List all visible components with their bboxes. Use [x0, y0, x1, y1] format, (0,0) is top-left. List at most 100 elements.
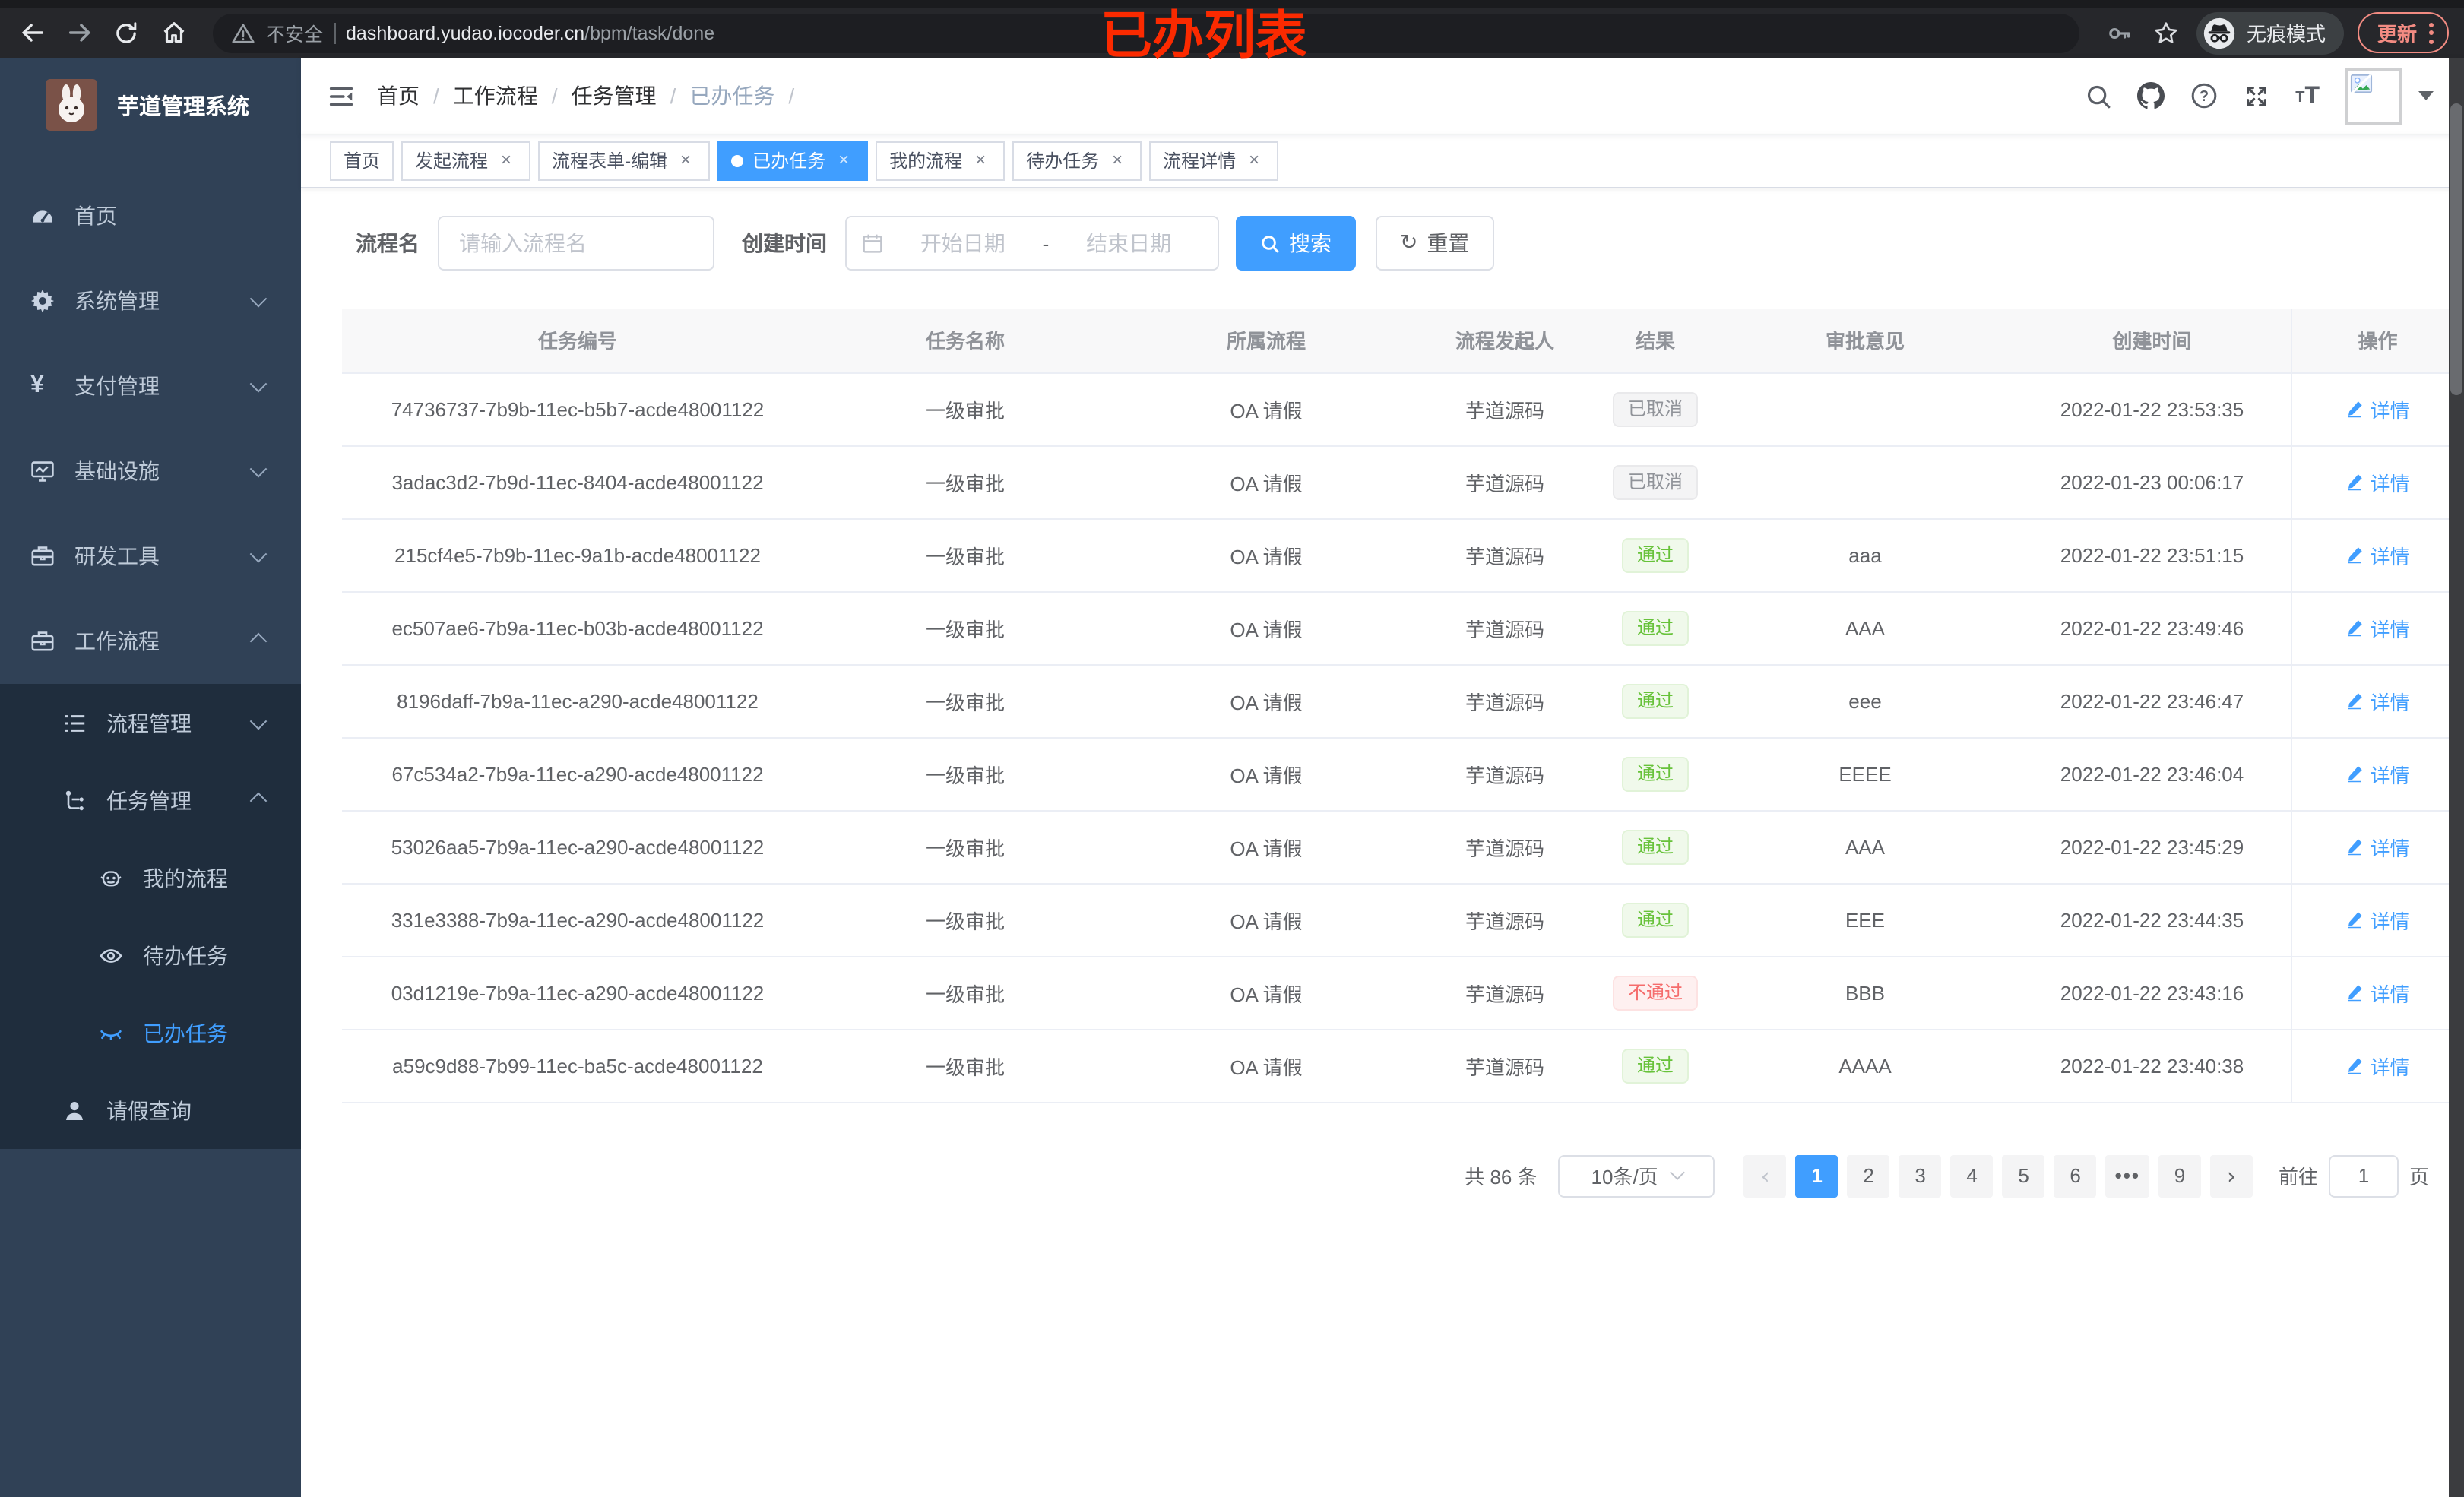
close-icon[interactable]	[833, 150, 854, 171]
back-icon[interactable]	[15, 16, 49, 49]
detail-link[interactable]: 详情	[2345, 905, 2410, 934]
close-icon[interactable]	[675, 150, 696, 171]
calendar-icon	[862, 233, 883, 254]
breadcrumb-item[interactable]: 工作流程	[453, 81, 538, 111]
sidebar-item[interactable]: 流程管理	[0, 684, 301, 761]
sidebar-item[interactable]: 我的流程	[0, 839, 301, 916]
page-size-select[interactable]: 10条/页	[1558, 1154, 1715, 1197]
scrollbar-thumb[interactable]	[2450, 103, 2462, 395]
process-name-input[interactable]: 请输入流程名	[438, 216, 714, 271]
star-icon[interactable]	[2149, 16, 2183, 49]
goto-page-input[interactable]: 1	[2328, 1154, 2399, 1197]
sidebar-item[interactable]: 待办任务	[0, 916, 301, 994]
task-name-cell: 一级审批	[813, 810, 1117, 884]
page-number-button[interactable]: 2	[1847, 1154, 1890, 1197]
breadcrumb-item[interactable]: 任务管理	[572, 81, 657, 111]
detail-link[interactable]: 详情	[2345, 540, 2410, 569]
view-tab[interactable]: 已办任务	[717, 141, 869, 180]
breadcrumb-separator: /	[788, 84, 795, 108]
sidebar-item[interactable]: 基础设施	[0, 429, 301, 514]
sidebar-item[interactable]: 系统管理	[0, 258, 301, 343]
view-tab[interactable]: 发起流程	[401, 141, 531, 180]
end-date-placeholder: 结束日期	[1086, 231, 1172, 255]
detail-link[interactable]: 详情	[2345, 1051, 2410, 1080]
date-range-input[interactable]: 开始日期 - 结束日期	[845, 216, 1219, 271]
user-icon	[62, 1098, 87, 1122]
result-badge: 已取消	[1612, 464, 1698, 499]
detail-link[interactable]: 详情	[2345, 759, 2410, 788]
font-size-icon[interactable]: TT	[2295, 84, 2320, 108]
prev-page-button[interactable]: ‹	[1743, 1154, 1787, 1197]
page-number-button[interactable]: 6	[2054, 1154, 2097, 1197]
page-scrollbar[interactable]	[2449, 58, 2464, 1497]
page-number-button[interactable]: 9	[2158, 1154, 2201, 1197]
task-name-cell: 一级审批	[813, 591, 1117, 665]
page-number-button[interactable]: 3	[1899, 1154, 1942, 1197]
github-icon[interactable]	[2137, 82, 2165, 109]
sidebar-item-label: 首页	[74, 204, 117, 228]
sidebar-item[interactable]: 首页	[0, 173, 301, 258]
eye-icon	[99, 943, 123, 967]
search-button[interactable]: 搜索	[1236, 216, 1356, 271]
page-number-button[interactable]: •••	[2105, 1154, 2149, 1197]
detail-link[interactable]: 详情	[2345, 832, 2410, 861]
breadcrumb-item[interactable]: 首页	[377, 81, 420, 111]
reset-button[interactable]: ↻ 重置	[1376, 216, 1494, 271]
avatar[interactable]	[2345, 68, 2402, 124]
sidebar-item[interactable]: 研发工具	[0, 514, 301, 599]
tab-label: 流程详情	[1163, 150, 1237, 172]
view-tab[interactable]: 流程详情	[1149, 141, 1279, 180]
page-number-button[interactable]: 5	[2002, 1154, 2045, 1197]
search-icon[interactable]	[2086, 83, 2111, 109]
view-tab[interactable]: 流程表单-编辑	[538, 141, 711, 180]
tab-label: 待办任务	[1026, 150, 1100, 172]
breadcrumb-item[interactable]: 已办任务	[689, 81, 774, 111]
tree-icon	[62, 788, 87, 812]
caret-down-icon[interactable]	[2418, 91, 2434, 100]
close-icon[interactable]	[970, 150, 991, 171]
create-time-cell: 2022-01-22 23:43:16	[2014, 956, 2291, 1030]
close-icon[interactable]	[1107, 150, 1128, 171]
detail-link[interactable]: 详情	[2345, 394, 2410, 423]
sidebar-item[interactable]: 任务管理	[0, 761, 301, 839]
fullscreen-icon[interactable]	[2244, 83, 2269, 109]
detail-link[interactable]: 详情	[2345, 467, 2410, 496]
page-number-button[interactable]: 4	[1950, 1154, 1994, 1197]
key-icon[interactable]	[2102, 16, 2136, 49]
view-tab[interactable]: 待办任务	[1012, 141, 1142, 180]
comment-cell	[1716, 445, 2014, 519]
tasks-table: 任务编号 任务名称 所属流程 流程发起人 结果 审批意见 创建时间 操作 74736737-7…	[342, 309, 2464, 1103]
table-row: 53026aa5-7b9a-11ec-a290-acde48001122 一级审…	[342, 810, 2464, 884]
comment-cell: AAA	[1716, 591, 2014, 665]
detail-link[interactable]: 详情	[2345, 978, 2410, 1007]
app-logo[interactable]: 芋道管理系统	[0, 58, 301, 152]
menu-dots-icon[interactable]	[2429, 22, 2434, 43]
sidebar-item[interactable]: 工作流程	[0, 599, 301, 684]
reload-icon[interactable]	[109, 16, 143, 49]
next-page-button[interactable]: ›	[2209, 1154, 2253, 1197]
close-icon[interactable]	[1243, 150, 1265, 171]
list-icon	[62, 711, 87, 735]
help-icon[interactable]: ?	[2190, 82, 2218, 109]
detail-link[interactable]: 详情	[2345, 613, 2410, 642]
page-number-button[interactable]: 1	[1795, 1154, 1838, 1197]
close-icon[interactable]	[496, 150, 517, 171]
update-button[interactable]: 更新	[2357, 12, 2449, 53]
tab-label: 已办任务	[752, 150, 826, 172]
home-icon[interactable]	[157, 16, 190, 49]
view-tab[interactable]: 首页	[330, 141, 394, 180]
view-tab[interactable]: 我的流程	[876, 141, 1006, 180]
task-id-cell: ec507ae6-7b9a-11ec-b03b-acde48001122	[342, 591, 813, 665]
forward-icon[interactable]	[62, 16, 96, 49]
tab-label: 发起流程	[415, 150, 489, 172]
collapse-menu-icon[interactable]	[327, 81, 356, 110]
task-id-cell: 8196daff-7b9a-11ec-a290-acde48001122	[342, 664, 813, 738]
sidebar-item[interactable]: 已办任务	[0, 994, 301, 1071]
edit-icon	[2345, 692, 2364, 710]
detail-link[interactable]: 详情	[2345, 686, 2410, 715]
sidebar-item-label: 已办任务	[143, 1021, 228, 1045]
sidebar-item[interactable]: ¥ 支付管理	[0, 343, 301, 429]
main-area: 首页 / 工作流程 / 任务管理 / 已办任务 / ? T T 首页 发起流程 …	[301, 58, 2464, 1497]
starter-cell: 芋道源码	[1415, 1029, 1595, 1103]
sidebar-item[interactable]: 请假查询	[0, 1071, 301, 1149]
